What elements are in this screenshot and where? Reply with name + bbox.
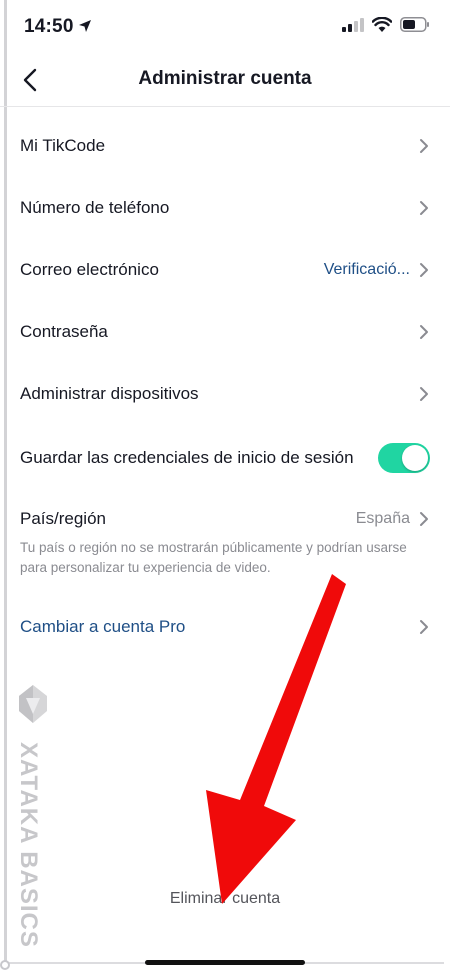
row-mi-tikcode[interactable]: Mi TikCode (20, 126, 430, 166)
row-label: Cambiar a cuenta Pro (20, 617, 186, 636)
nav-bar: Administrar cuenta (0, 54, 450, 107)
row-manage-devices[interactable]: Administrar dispositivos (20, 374, 430, 414)
chevron-right-icon (420, 139, 428, 153)
location-arrow-icon (79, 20, 91, 32)
frame-dot (0, 960, 10, 970)
signal-icon (342, 17, 364, 32)
row-label: Contraseña (20, 322, 108, 341)
email-verification-status: Verificació... (323, 261, 410, 278)
status-time: 14:50 (24, 16, 74, 37)
row-label: País/región (20, 509, 106, 528)
row-save-credentials: Guardar las credenciales de inicio de se… (20, 438, 430, 478)
save-credentials-toggle[interactable] (378, 443, 430, 473)
region-value: España (355, 510, 410, 527)
status-icons (342, 17, 430, 32)
chevron-right-icon (420, 387, 428, 401)
battery-icon (400, 17, 429, 32)
chevron-right-icon (420, 620, 428, 634)
row-country-region[interactable]: País/región España (20, 499, 430, 539)
watermark-logo-icon (19, 685, 47, 723)
chevron-right-icon (420, 512, 428, 526)
row-phone-number[interactable]: Número de teléfono (20, 188, 430, 228)
row-label: Número de teléfono (20, 198, 170, 217)
row-password[interactable]: Contraseña (20, 312, 430, 352)
row-label: Correo electrónico (20, 260, 159, 279)
watermark-text: XATAKA BASICS (15, 742, 42, 948)
toggle-knob (402, 445, 428, 471)
row-label: Administrar dispositivos (20, 384, 199, 403)
delete-account-button[interactable]: Eliminar cuenta (0, 890, 450, 908)
status-bar: 14:50 (0, 0, 450, 54)
page-title: Administrar cuenta (138, 68, 312, 89)
chevron-right-icon (420, 263, 428, 277)
row-email[interactable]: Correo electrónico Verificació... (20, 250, 430, 290)
row-label: Guardar las credenciales de inicio de se… (20, 448, 354, 467)
row-label: Mi TikCode (20, 136, 106, 155)
home-indicator (145, 960, 305, 965)
row-switch-pro[interactable]: Cambiar a cuenta Pro (20, 607, 430, 647)
frame-line (4, 0, 7, 962)
chevron-right-icon (420, 325, 428, 339)
region-note: Tu país o región no se mostrarán pública… (20, 540, 407, 575)
chevron-right-icon (420, 201, 428, 215)
wifi-icon (372, 17, 392, 32)
